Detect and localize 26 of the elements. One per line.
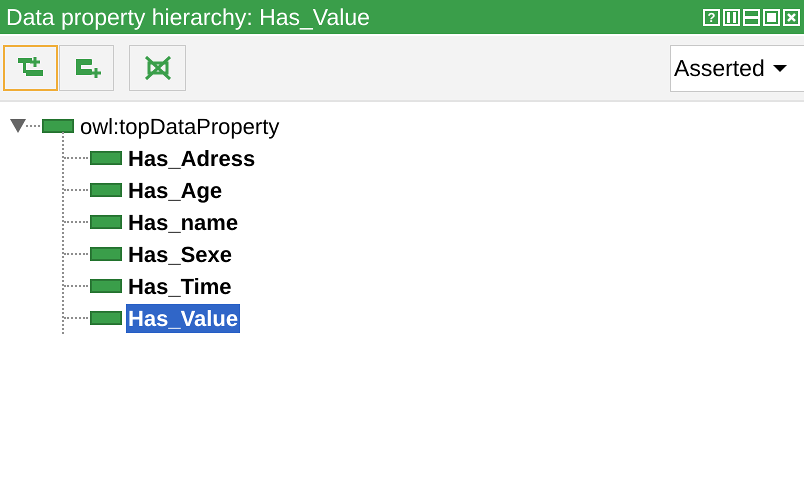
property-icon: [90, 247, 122, 261]
view-dropdown[interactable]: Asserted: [670, 44, 804, 92]
property-icon: [90, 183, 122, 197]
tree-item[interactable]: Has_Sexe: [126, 240, 234, 268]
add-subproperty-button[interactable]: [3, 45, 58, 91]
property-icon: [42, 119, 74, 133]
split-view-icon[interactable]: [723, 8, 740, 26]
tree-item[interactable]: Has_Age: [126, 176, 224, 204]
expanded-triangle-icon[interactable]: [10, 119, 26, 133]
add-sibling-button[interactable]: [59, 45, 114, 91]
minimize-icon[interactable]: [743, 8, 760, 26]
close-icon[interactable]: [783, 8, 800, 26]
delete-icon: [142, 55, 172, 81]
tree-item[interactable]: Has_Adress: [126, 144, 258, 172]
delete-button[interactable]: [129, 45, 186, 91]
property-icon: [90, 151, 122, 165]
maximize-icon[interactable]: [763, 8, 780, 26]
property-icon: [90, 279, 122, 293]
panel-title: Data property hierarchy: Has_Value: [6, 4, 370, 30]
property-icon: [90, 215, 122, 229]
tree-item[interactable]: Has_Time: [126, 272, 234, 300]
tree-item[interactable]: Has_name: [126, 208, 240, 236]
caret-icon: [772, 64, 787, 72]
tree-item[interactable]: owl:topDataProperty: [78, 112, 282, 140]
tree-item[interactable]: Has_Value: [126, 304, 240, 332]
property-icon: [90, 311, 122, 325]
